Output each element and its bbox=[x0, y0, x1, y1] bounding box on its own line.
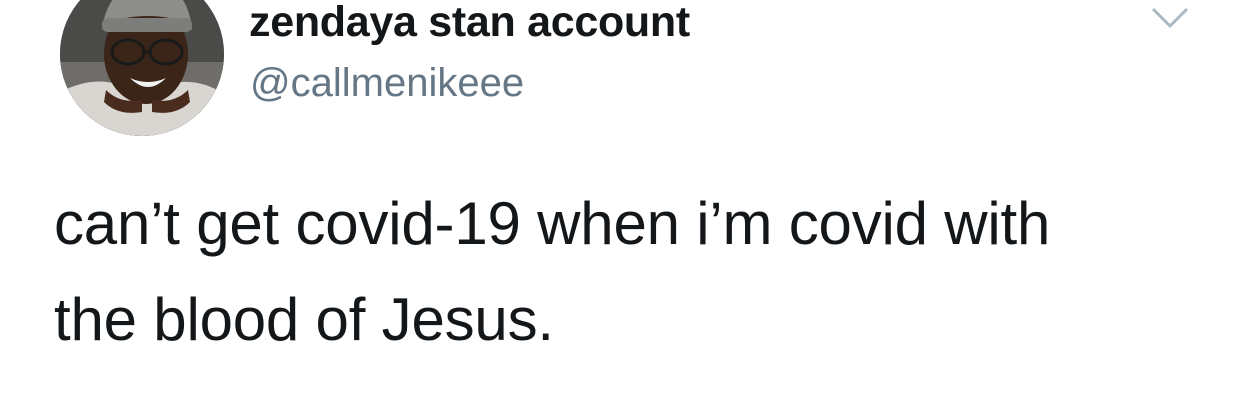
tweet-text: can’t get covid-19 when i’m covid with t… bbox=[54, 190, 1051, 353]
tweet-card: zendaya stan account @callmenikeee can’t… bbox=[0, 0, 1241, 413]
avatar-photo bbox=[60, 0, 224, 136]
avatar[interactable] bbox=[60, 0, 224, 136]
user-handle[interactable]: @callmenikeee bbox=[250, 59, 524, 107]
display-name[interactable]: zendaya stan account bbox=[249, 0, 690, 48]
chevron-down-icon bbox=[1152, 8, 1188, 28]
tweet-menu-button[interactable] bbox=[1150, 2, 1190, 36]
